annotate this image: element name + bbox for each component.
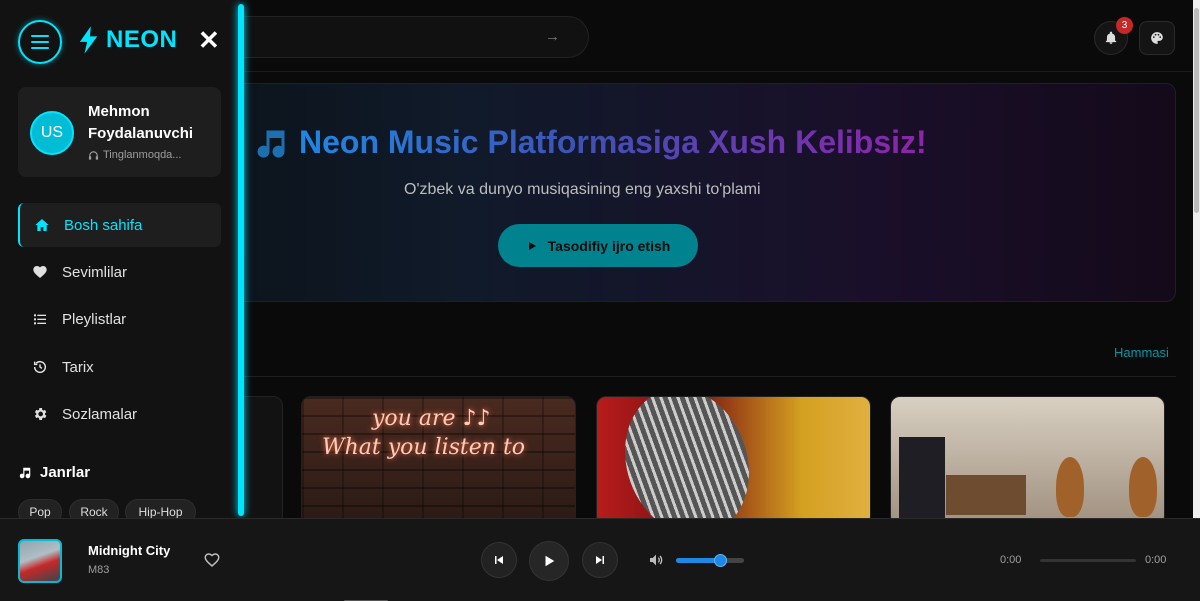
sidebar-item-label: Sozlamalar bbox=[62, 405, 138, 423]
hero-subtitle: O'zbek va dunyo musiqasining eng yaxshi … bbox=[404, 181, 761, 198]
gear-icon bbox=[34, 408, 47, 420]
lightning-icon bbox=[79, 26, 98, 54]
genres-heading-text: Janrlar bbox=[40, 464, 91, 481]
neon-sign-line: you are ♪♪ bbox=[372, 406, 491, 431]
user-status: Tinglanmoqda... bbox=[88, 149, 181, 161]
scrollbar-thumb[interactable] bbox=[1194, 8, 1199, 213]
logo-text: NEON bbox=[106, 26, 178, 53]
progress-bar[interactable] bbox=[1040, 559, 1136, 562]
sidebar-item-label: Pleylistlar bbox=[62, 310, 127, 328]
hero-banner: Neon Music Platformasiga Xush Kelibsiz! … bbox=[160, 83, 1176, 302]
sidebar-item-label: Tarix bbox=[62, 358, 94, 376]
studio-image bbox=[946, 475, 1026, 515]
history-icon bbox=[33, 360, 47, 374]
sidebar: NEON ✕ US Mehmon Foydalanuvchi Tinglanmo… bbox=[0, 0, 244, 525]
avatar: US bbox=[30, 111, 74, 155]
guitar-image bbox=[1129, 457, 1157, 517]
volume-button[interactable] bbox=[647, 552, 665, 573]
track-artist[interactable]: M83 bbox=[88, 564, 109, 576]
hamburger-icon bbox=[31, 35, 49, 49]
play-icon bbox=[528, 241, 536, 250]
user-name: Mehmon Foydalanuvchi bbox=[88, 103, 194, 142]
album-cover[interactable] bbox=[18, 539, 62, 583]
volume-icon bbox=[650, 554, 663, 566]
play-button[interactable] bbox=[529, 541, 569, 581]
hero-title: Neon Music Platformasiga Xush Kelibsiz! bbox=[299, 124, 927, 160]
list-icon bbox=[34, 314, 46, 325]
home-icon bbox=[35, 219, 49, 231]
studio-image bbox=[899, 437, 945, 522]
sidebar-edge bbox=[238, 4, 244, 516]
bell-icon bbox=[1105, 31, 1117, 44]
shuffle-play-label: Tasodifiy ijro etish bbox=[547, 237, 671, 254]
sidebar-item-history[interactable]: Tarix bbox=[18, 345, 221, 389]
theme-button[interactable] bbox=[1139, 21, 1175, 55]
album-card[interactable]: you are ♪♪ What you listen to bbox=[301, 396, 576, 526]
guitar-image bbox=[1056, 457, 1084, 517]
shuffle-play-button[interactable]: Tasodifiy ijro etish bbox=[498, 224, 698, 267]
heart-icon bbox=[33, 266, 47, 278]
sidebar-item-favorites[interactable]: Sevimlilar bbox=[18, 250, 221, 294]
music-player: Midnight City M83 0:00 0:00 bbox=[0, 518, 1200, 601]
volume-slider-handle[interactable] bbox=[714, 554, 727, 567]
headphones-icon bbox=[88, 150, 99, 160]
skip-back-icon bbox=[495, 556, 503, 564]
current-time: 0:00 bbox=[1000, 554, 1022, 566]
sidebar-item-settings[interactable]: Sozlamalar bbox=[18, 392, 221, 436]
music-note-icon bbox=[257, 130, 285, 158]
album-card[interactable] bbox=[596, 396, 871, 526]
menu-button[interactable] bbox=[18, 20, 62, 64]
notification-badge: 3 bbox=[1116, 17, 1133, 34]
heart-outline-icon bbox=[204, 553, 220, 568]
see-all-link[interactable]: Hammasi bbox=[1114, 345, 1169, 360]
like-button[interactable] bbox=[203, 551, 221, 574]
sidebar-item-label: Bosh sahifa bbox=[64, 216, 143, 234]
app-window: → 3 Neon Music Platformasiga Xush Kelibs… bbox=[0, 0, 1200, 601]
sidebar-item-home[interactable]: Bosh sahifa bbox=[18, 203, 221, 247]
user-status-text: Tinglanmoqda... bbox=[103, 149, 182, 161]
next-button[interactable] bbox=[582, 542, 618, 578]
section-divider bbox=[160, 376, 1176, 377]
skip-forward-icon bbox=[596, 556, 604, 564]
arrow-right-icon[interactable]: → bbox=[545, 28, 560, 45]
sidebar-item-playlists[interactable]: Pleylistlar bbox=[18, 297, 221, 341]
genres-heading: Janrlar bbox=[18, 464, 90, 481]
track-title[interactable]: Midnight City bbox=[88, 543, 170, 558]
microphone-image bbox=[604, 397, 770, 525]
neon-sign-line: What you listen to bbox=[322, 434, 526, 460]
app-logo: NEON bbox=[78, 26, 177, 54]
duration-time: 0:00 bbox=[1145, 554, 1167, 566]
album-card[interactable] bbox=[890, 396, 1165, 526]
previous-button[interactable] bbox=[481, 542, 517, 578]
close-icon: ✕ bbox=[198, 25, 220, 55]
neon-sign-image: you are ♪♪ What you listen to bbox=[322, 405, 525, 462]
close-sidebar-button[interactable]: ✕ bbox=[198, 27, 220, 53]
user-card[interactable]: US Mehmon Foydalanuvchi Tinglanmoqda... bbox=[18, 87, 221, 177]
sidebar-item-label: Sevimlilar bbox=[62, 263, 128, 281]
music-note-icon bbox=[19, 467, 31, 478]
palette-icon bbox=[1151, 32, 1163, 44]
play-icon bbox=[545, 555, 555, 567]
